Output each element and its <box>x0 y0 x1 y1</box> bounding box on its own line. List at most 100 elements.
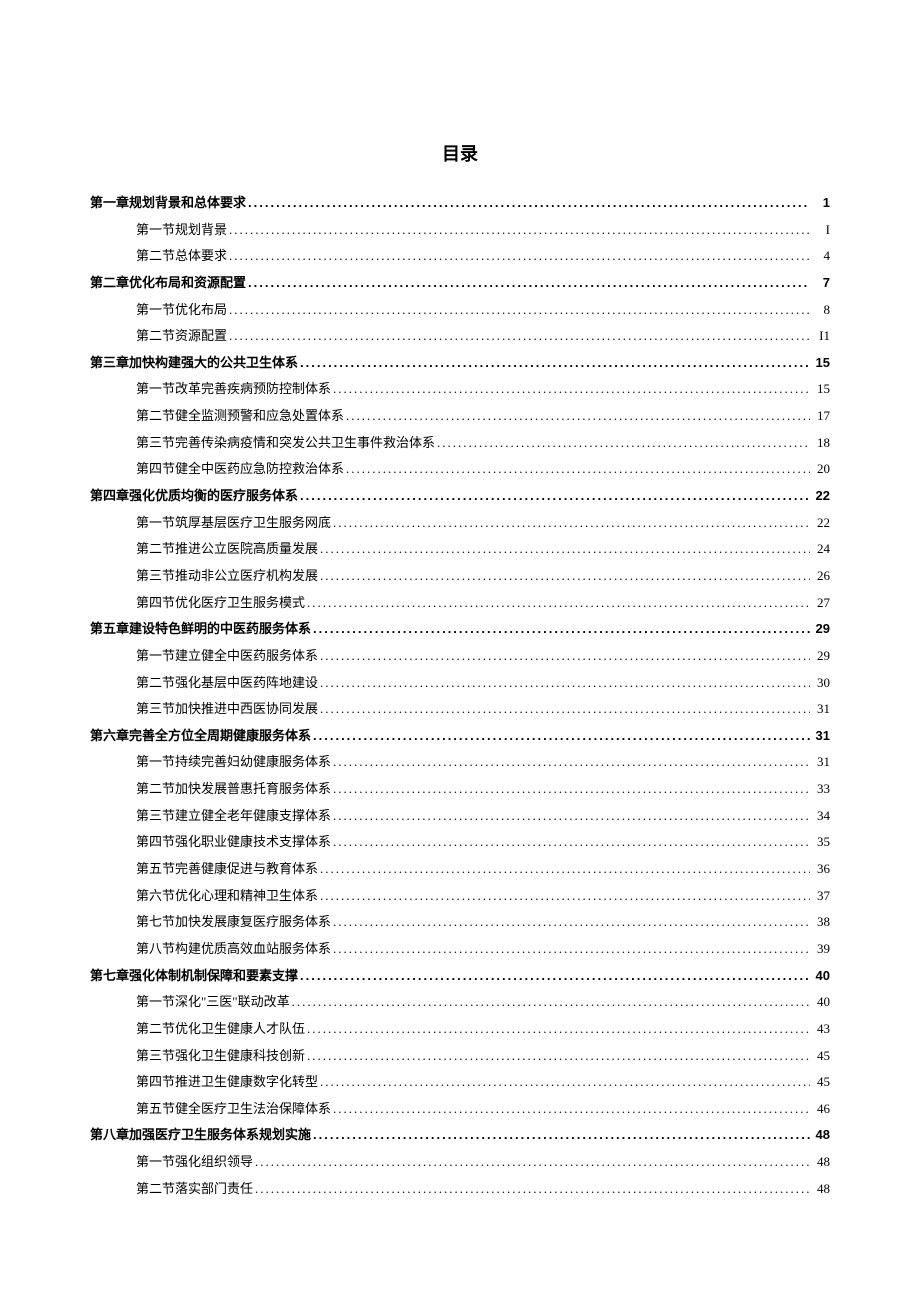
toc-entry-label: 第二节推进公立医院高质量发展 <box>136 536 318 563</box>
toc-leader-dots <box>320 643 810 670</box>
toc-entry-page: 46 <box>812 1096 830 1123</box>
toc-section-row: 第一节深化"三医"联动改革 40 <box>90 989 830 1016</box>
toc-leader-dots <box>300 350 810 377</box>
toc-section-row: 第一节改革完善疾病预防控制体系15 <box>90 376 830 403</box>
toc-entry-label: 第二节加快发展普惠托育服务体系 <box>136 776 331 803</box>
toc-leader-dots <box>320 670 810 697</box>
toc-section-row: 第四节健全中医药应急防控救治体系20 <box>90 456 830 483</box>
toc-leader-dots <box>333 510 810 537</box>
toc-leader-dots <box>229 323 810 350</box>
toc-section-row: 第三节加快推进中西医协同发展 31 <box>90 696 830 723</box>
toc-chapter-row: 第七章强化体制机制保障和要素支撑 40 <box>90 963 830 990</box>
toc-leader-dots <box>320 856 810 883</box>
toc-leader-dots <box>292 989 810 1016</box>
toc-entry-label: 第一节深化"三医"联动改革 <box>136 989 290 1016</box>
toc-entry-label: 第二节落实部门责任 <box>136 1176 253 1203</box>
toc-entry-label: 第二节总体要求 <box>136 243 227 270</box>
toc-entry-page: 17 <box>812 403 830 430</box>
toc-entry-page: 43 <box>812 1016 830 1043</box>
toc-entry-label: 第六章完善全方位全周期健康服务体系 <box>90 723 311 750</box>
toc-section-row: 第一节规划背景 I <box>90 217 830 244</box>
toc-entry-page: 40 <box>812 963 830 990</box>
toc-entry-page: 20 <box>812 456 830 483</box>
toc-leader-dots <box>313 616 810 643</box>
toc-entry-label: 第七章强化体制机制保障和要素支撑 <box>90 963 298 990</box>
toc-section-row: 第五节完善健康促进与教育体系36 <box>90 856 830 883</box>
toc-section-row: 第七节加快发展康复医疗服务体系38 <box>90 909 830 936</box>
toc-entry-page: 33 <box>812 776 830 803</box>
toc-chapter-row: 第二章优化布局和资源配置7 <box>90 270 830 297</box>
toc-entry-page: 39 <box>812 936 830 963</box>
toc-entry-page: 8 <box>812 297 830 324</box>
toc-leader-dots <box>229 243 810 270</box>
toc-entry-label: 第一节持续完善妇幼健康服务体系 <box>136 749 331 776</box>
toc-leader-dots <box>313 1122 810 1149</box>
toc-entry-page: 48 <box>812 1122 830 1149</box>
toc-leader-dots <box>320 696 810 723</box>
toc-entry-label: 第八节构建优质高效血站服务体系 <box>136 936 331 963</box>
toc-section-row: 第二节加快发展普惠托育服务体系 33 <box>90 776 830 803</box>
toc-section-row: 第四节优化医疗卫生服务模式27 <box>90 590 830 617</box>
toc-leader-dots <box>333 749 810 776</box>
toc-entry-label: 第二节强化基层中医药阵地建设 <box>136 670 318 697</box>
toc-entry-label: 第四节推进卫生健康数字化转型 <box>136 1069 318 1096</box>
toc-leader-dots <box>320 883 810 910</box>
toc-section-row: 第二节总体要求4 <box>90 243 830 270</box>
toc-entry-label: 第三节完善传染病疫情和突发公共卫生事件救治体系 <box>136 430 435 457</box>
toc-entry-label: 第一节改革完善疾病预防控制体系 <box>136 376 331 403</box>
toc-title: 目录 <box>90 140 830 166</box>
toc-section-row: 第四节推进卫生健康数字化转型45 <box>90 1069 830 1096</box>
toc-entry-label: 第一节规划背景 <box>136 217 227 244</box>
toc-section-row: 第二节推进公立医院高质量发展24 <box>90 536 830 563</box>
toc-leader-dots <box>248 270 810 297</box>
toc-leader-dots <box>307 1016 810 1043</box>
toc-entry-page: 22 <box>812 483 830 510</box>
toc-section-row: 第一节建立健全中医药服务体系29 <box>90 643 830 670</box>
toc-section-row: 第一节强化组织领导48 <box>90 1149 830 1176</box>
toc-entry-page: 22 <box>812 510 830 537</box>
toc-leader-dots <box>333 1096 810 1123</box>
toc-leader-dots <box>300 963 810 990</box>
toc-leader-dots <box>333 909 810 936</box>
toc-leader-dots <box>437 430 810 457</box>
toc-entry-page: 48 <box>812 1176 830 1203</box>
toc-entry-label: 第四节强化职业健康技术支撑体系 <box>136 829 331 856</box>
toc-leader-dots <box>346 456 810 483</box>
toc-entry-label: 第三节建立健全老年健康支撑体系 <box>136 803 331 830</box>
table-of-contents: 第一章规划背景和总体要求 1 第一节规划背景 I第二节总体要求4第二章优化布局和资源配… <box>90 190 830 1202</box>
toc-entry-label: 第一节强化组织领导 <box>136 1149 253 1176</box>
toc-entry-page: 36 <box>812 856 830 883</box>
toc-entry-label: 第七节加快发展康复医疗服务体系 <box>136 909 331 936</box>
toc-entry-page: I <box>812 217 830 244</box>
toc-leader-dots <box>255 1149 810 1176</box>
toc-entry-label: 第一节筑厚基层医疗卫生服务网底 <box>136 510 331 537</box>
toc-chapter-row: 第六章完善全方位全周期健康服务体系 31 <box>90 723 830 750</box>
toc-entry-page: 31 <box>812 723 830 750</box>
toc-leader-dots <box>333 776 810 803</box>
toc-chapter-row: 第五章建设特色鲜明的中医药服务体系29 <box>90 616 830 643</box>
toc-section-row: 第四节强化职业健康技术支撑体系35 <box>90 829 830 856</box>
toc-entry-page: 40 <box>812 989 830 1016</box>
toc-entry-page: 31 <box>812 696 830 723</box>
toc-leader-dots <box>333 376 810 403</box>
toc-entry-page: 45 <box>812 1043 830 1070</box>
toc-leader-dots <box>229 217 810 244</box>
toc-leader-dots <box>320 1069 810 1096</box>
toc-entry-label: 第一章规划背景和总体要求 <box>90 190 246 217</box>
toc-chapter-row: 第三章加快构建强大的公共卫生体系15 <box>90 350 830 377</box>
toc-leader-dots <box>320 536 810 563</box>
toc-entry-label: 第一节建立健全中医药服务体系 <box>136 643 318 670</box>
toc-section-row: 第一节优化布局8 <box>90 297 830 324</box>
toc-entry-label: 第二章优化布局和资源配置 <box>90 270 246 297</box>
toc-entry-label: 第三节加快推进中西医协同发展 <box>136 696 318 723</box>
toc-section-row: 第一节持续完善妇幼健康服务体系31 <box>90 749 830 776</box>
toc-leader-dots <box>307 1043 810 1070</box>
toc-section-row: 第三节推动非公立医疗机构发展26 <box>90 563 830 590</box>
toc-leader-dots <box>346 403 810 430</box>
toc-entry-label: 第三章加快构建强大的公共卫生体系 <box>90 350 298 377</box>
toc-leader-dots <box>248 190 810 217</box>
toc-entry-page: 27 <box>812 590 830 617</box>
toc-entry-page: 1 <box>812 190 830 217</box>
toc-section-row: 第三节建立健全老年健康支撑体系34 <box>90 803 830 830</box>
toc-section-row: 第八节构建优质高效血站服务体系 39 <box>90 936 830 963</box>
